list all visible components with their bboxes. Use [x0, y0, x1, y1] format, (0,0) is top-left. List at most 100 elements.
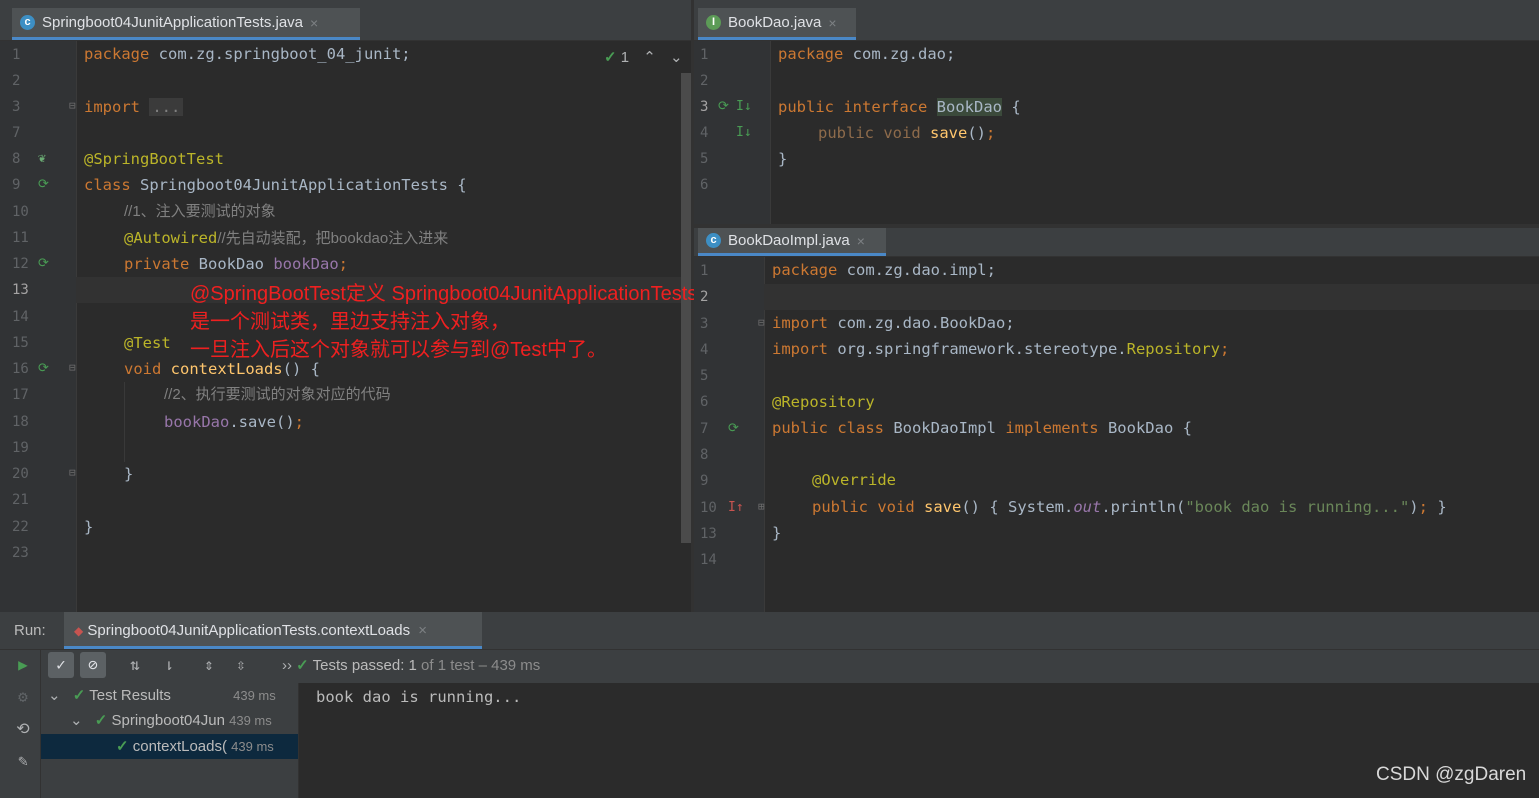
fold-icon[interactable]: ⊟: [758, 316, 765, 329]
folded-imports[interactable]: ...: [149, 98, 184, 116]
show-ignored-toggle[interactable]: ⊘: [80, 652, 106, 678]
code-line: package com.zg.springboot_04_junit;: [84, 45, 411, 63]
tab-label: BookDao.java: [728, 14, 822, 31]
code-line: import org.springframework.stereotype.Re…: [772, 340, 1230, 358]
code-line: @Repository: [772, 393, 875, 411]
line-number: 4: [700, 342, 709, 358]
code-line: public void save();: [818, 124, 996, 142]
fold-icon[interactable]: ⊟: [69, 99, 76, 112]
code-line: public interface BookDao {: [778, 98, 1021, 116]
line-number: 20: [12, 466, 29, 482]
code-line: import com.zg.dao.BookDao;: [772, 314, 1015, 332]
line-number: 1: [700, 47, 709, 63]
chevron-down-icon[interactable]: ⌄: [670, 49, 683, 66]
chevron-down-icon[interactable]: ⌄: [70, 712, 83, 729]
code-line: import ...: [84, 94, 184, 120]
code-line: @Autowired//先自动装配，把bookdao注入进来: [124, 229, 449, 247]
restore-layout-icon[interactable]: ⟲: [10, 716, 36, 742]
tab-bookdao[interactable]: I BookDao.java ×: [698, 8, 856, 40]
line-number: 10: [12, 204, 29, 220]
annotation-text-line: 一旦注入后这个对象就可以参与到@Test中了。: [190, 339, 607, 361]
sort-duration-icon[interactable]: ⇂: [156, 652, 182, 678]
line-number: 23: [12, 545, 29, 561]
close-tab-icon[interactable]: ×: [418, 622, 427, 639]
annotation-text-line: 是一个测试类，里边支持注入对象，: [190, 311, 510, 333]
line-number: 9: [700, 473, 709, 489]
line-number: 21: [12, 492, 29, 508]
status-count: 1: [408, 657, 417, 674]
fold-icon[interactable]: ⊞: [758, 500, 765, 513]
sort-alpha-icon[interactable]: ⇅: [122, 652, 148, 678]
implements-interface-icon[interactable]: ⟳: [728, 421, 739, 436]
expand-all-icon[interactable]: ⇕: [196, 652, 222, 678]
check-icon: ✓: [116, 738, 129, 755]
tree-row-class[interactable]: ⌄ ✓ Springboot04Jun 439 ms: [70, 711, 272, 729]
code-line: //1、注入要测试的对象: [124, 203, 276, 220]
implemented-down-icon[interactable]: I↓: [736, 99, 752, 114]
line-number: 15: [12, 335, 29, 351]
autowired-bean-icon[interactable]: ⟳: [38, 256, 49, 271]
tree-row-method[interactable]: ✓ contextLoads( 439 ms: [116, 737, 274, 755]
line-number: 12: [12, 256, 29, 272]
implementations-icon[interactable]: ⟳: [718, 99, 729, 114]
spring-bean-icon[interactable]: ❦: [38, 151, 46, 166]
line-number: 3: [700, 316, 709, 332]
line-number: 7: [12, 125, 21, 141]
close-tab-icon[interactable]: ×: [310, 15, 318, 31]
console-line: book dao is running...: [316, 688, 522, 706]
code-line: @SpringBootTest: [84, 150, 224, 168]
tab-springboot04-tests[interactable]: c Springboot04JunitApplicationTests.java…: [12, 8, 360, 40]
expand-icon[interactable]: ››: [282, 657, 296, 674]
fold-icon[interactable]: ⊟: [69, 361, 76, 374]
chevron-down-icon[interactable]: ⌄: [48, 687, 61, 704]
tab-label: BookDaoImpl.java: [728, 232, 850, 249]
line-number: 17: [12, 387, 29, 403]
line-number: 3: [12, 99, 21, 115]
tab-bookdaoimpl[interactable]: c BookDaoImpl.java ×: [698, 228, 886, 256]
run-tab[interactable]: ◆ Springboot04JunitApplicationTests.cont…: [64, 612, 482, 649]
watermark: CSDN @zgDaren: [1376, 764, 1527, 785]
line-number: 18: [12, 414, 29, 430]
run-test-icon[interactable]: ⟳: [38, 177, 49, 192]
code-line: }: [124, 465, 134, 483]
line-number: 14: [700, 552, 717, 568]
rerun-icon[interactable]: ▶: [10, 652, 36, 678]
line-number: 13: [700, 526, 717, 542]
collapse-all-icon[interactable]: ⇳: [228, 652, 254, 678]
line-number: 2: [12, 73, 21, 89]
inspection-widget[interactable]: ✓ 1 ⌃ ⌄: [604, 48, 683, 66]
close-tab-icon[interactable]: ×: [828, 15, 836, 31]
run-label: Run:: [14, 622, 46, 639]
tree-time: 439 ms: [233, 688, 276, 703]
line-number: 6: [700, 177, 709, 193]
overrides-up-icon[interactable]: I↑: [728, 500, 744, 515]
show-passed-toggle[interactable]: ✓: [48, 652, 74, 678]
line-number: 9: [12, 177, 21, 193]
tree-row-test-results[interactable]: ⌄ ✓ Test Results 439 ms: [48, 686, 276, 704]
status-prefix: Tests passed:: [312, 657, 409, 674]
code-line: public void save() { System.out.println(…: [812, 498, 1447, 516]
code-line: @Override: [812, 471, 896, 489]
line-number: 1: [12, 47, 21, 63]
test-run-icon: ◆: [74, 624, 84, 638]
wrench-icon[interactable]: ✎: [10, 748, 36, 774]
tree-time: 439 ms: [229, 713, 272, 728]
java-class-icon: c: [20, 15, 35, 30]
code-line: public class BookDaoImpl implements Book…: [772, 419, 1192, 437]
run-tab-label: Springboot04JunitApplicationTests.contex…: [87, 622, 411, 639]
implemented-down-icon[interactable]: I↓: [736, 125, 752, 140]
status-suffix: of 1 test – 439 ms: [416, 657, 541, 674]
chevron-up-icon[interactable]: ⌃: [643, 49, 656, 66]
check-icon: ✓: [94, 712, 108, 729]
fold-icon[interactable]: ⊟: [69, 466, 76, 479]
code-line: private BookDao bookDao;: [124, 255, 348, 273]
line-number: 8: [12, 151, 21, 167]
code-line: package com.zg.dao.impl;: [772, 261, 996, 279]
tree-label: contextLoads(: [132, 738, 227, 755]
left-scrollbar[interactable]: [681, 73, 691, 543]
close-tab-icon[interactable]: ×: [857, 233, 865, 249]
run-test-icon[interactable]: ⟳: [38, 361, 49, 376]
code-line: //2、执行要测试的对象对应的代码: [164, 386, 391, 403]
debug-icon[interactable]: ⚙: [10, 684, 36, 710]
inspection-count: 1: [620, 49, 630, 66]
